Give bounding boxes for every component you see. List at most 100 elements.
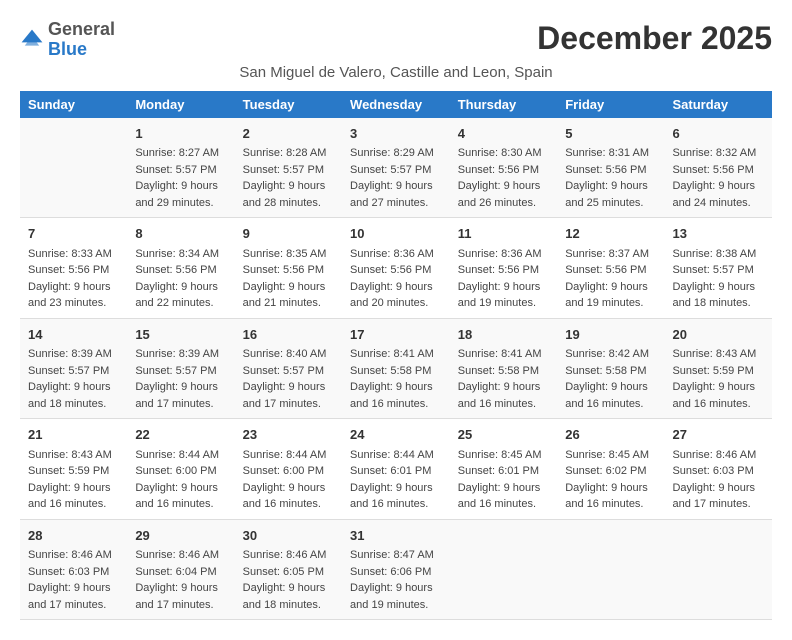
day-sunset: Sunset: 6:00 PM xyxy=(135,465,216,477)
calendar-cell: 26 Sunrise: 8:45 AM Sunset: 6:02 PM Dayl… xyxy=(557,419,664,520)
day-number: 1 xyxy=(135,124,226,144)
calendar-cell: 23 Sunrise: 8:44 AM Sunset: 6:00 PM Dayl… xyxy=(235,419,342,520)
day-daylight: Daylight: 9 hours and 28 minutes. xyxy=(243,180,326,209)
day-sunset: Sunset: 6:04 PM xyxy=(135,566,216,578)
day-sunset: Sunset: 5:56 PM xyxy=(458,264,539,276)
day-daylight: Daylight: 9 hours and 21 minutes. xyxy=(243,281,326,310)
day-sunrise: Sunrise: 8:41 AM xyxy=(350,348,434,360)
day-sunrise: Sunrise: 8:45 AM xyxy=(565,449,649,461)
day-daylight: Daylight: 9 hours and 16 minutes. xyxy=(135,482,218,511)
day-sunrise: Sunrise: 8:47 AM xyxy=(350,549,434,561)
day-daylight: Daylight: 9 hours and 16 minutes. xyxy=(243,482,326,511)
day-sunrise: Sunrise: 8:31 AM xyxy=(565,147,649,159)
day-number: 28 xyxy=(28,526,119,546)
day-number: 19 xyxy=(565,325,656,345)
day-sunset: Sunset: 5:57 PM xyxy=(350,164,431,176)
day-sunset: Sunset: 5:58 PM xyxy=(458,365,539,377)
day-sunset: Sunset: 6:06 PM xyxy=(350,566,431,578)
calendar-cell: 15 Sunrise: 8:39 AM Sunset: 5:57 PM Dayl… xyxy=(127,318,234,419)
day-sunset: Sunset: 5:56 PM xyxy=(672,164,753,176)
day-number: 14 xyxy=(28,325,119,345)
day-daylight: Daylight: 9 hours and 25 minutes. xyxy=(565,180,648,209)
logo: General Blue xyxy=(20,20,115,60)
day-number: 12 xyxy=(565,224,656,244)
col-wednesday: Wednesday xyxy=(342,91,450,118)
col-tuesday: Tuesday xyxy=(235,91,342,118)
calendar-week-row: 14 Sunrise: 8:39 AM Sunset: 5:57 PM Dayl… xyxy=(20,318,772,419)
calendar-cell: 19 Sunrise: 8:42 AM Sunset: 5:58 PM Dayl… xyxy=(557,318,664,419)
header: General Blue December 2025 xyxy=(20,20,772,60)
day-number: 15 xyxy=(135,325,226,345)
calendar-week-row: 28 Sunrise: 8:46 AM Sunset: 6:03 PM Dayl… xyxy=(20,519,772,620)
day-sunrise: Sunrise: 8:46 AM xyxy=(672,449,756,461)
day-daylight: Daylight: 9 hours and 16 minutes. xyxy=(350,381,433,410)
calendar-cell: 6 Sunrise: 8:32 AM Sunset: 5:56 PM Dayli… xyxy=(664,118,772,218)
calendar-cell: 2 Sunrise: 8:28 AM Sunset: 5:57 PM Dayli… xyxy=(235,118,342,218)
logo-text: General Blue xyxy=(48,20,115,60)
day-sunrise: Sunrise: 8:45 AM xyxy=(458,449,542,461)
day-sunset: Sunset: 5:56 PM xyxy=(350,264,431,276)
day-sunset: Sunset: 5:57 PM xyxy=(135,365,216,377)
day-daylight: Daylight: 9 hours and 16 minutes. xyxy=(458,381,541,410)
calendar-cell: 9 Sunrise: 8:35 AM Sunset: 5:56 PM Dayli… xyxy=(235,218,342,319)
day-sunrise: Sunrise: 8:35 AM xyxy=(243,248,327,260)
day-sunset: Sunset: 5:56 PM xyxy=(565,264,646,276)
calendar-week-row: 21 Sunrise: 8:43 AM Sunset: 5:59 PM Dayl… xyxy=(20,419,772,520)
calendar-cell xyxy=(664,519,772,620)
calendar-cell: 7 Sunrise: 8:33 AM Sunset: 5:56 PM Dayli… xyxy=(20,218,127,319)
day-sunrise: Sunrise: 8:32 AM xyxy=(672,147,756,159)
day-sunrise: Sunrise: 8:46 AM xyxy=(243,549,327,561)
day-number: 20 xyxy=(672,325,764,345)
calendar-cell: 16 Sunrise: 8:40 AM Sunset: 5:57 PM Dayl… xyxy=(235,318,342,419)
calendar-cell xyxy=(450,519,557,620)
calendar-week-row: 1 Sunrise: 8:27 AM Sunset: 5:57 PM Dayli… xyxy=(20,118,772,218)
calendar-cell: 14 Sunrise: 8:39 AM Sunset: 5:57 PM Dayl… xyxy=(20,318,127,419)
day-daylight: Daylight: 9 hours and 18 minutes. xyxy=(672,281,755,310)
day-sunrise: Sunrise: 8:34 AM xyxy=(135,248,219,260)
day-sunrise: Sunrise: 8:46 AM xyxy=(135,549,219,561)
calendar-cell xyxy=(20,118,127,218)
day-sunset: Sunset: 5:59 PM xyxy=(672,365,753,377)
day-sunrise: Sunrise: 8:36 AM xyxy=(350,248,434,260)
calendar-cell: 10 Sunrise: 8:36 AM Sunset: 5:56 PM Dayl… xyxy=(342,218,450,319)
calendar-cell: 8 Sunrise: 8:34 AM Sunset: 5:56 PM Dayli… xyxy=(127,218,234,319)
day-sunrise: Sunrise: 8:30 AM xyxy=(458,147,542,159)
calendar-cell: 5 Sunrise: 8:31 AM Sunset: 5:56 PM Dayli… xyxy=(557,118,664,218)
calendar-week-row: 7 Sunrise: 8:33 AM Sunset: 5:56 PM Dayli… xyxy=(20,218,772,319)
day-number: 18 xyxy=(458,325,549,345)
day-sunset: Sunset: 6:02 PM xyxy=(565,465,646,477)
day-number: 31 xyxy=(350,526,442,546)
day-sunrise: Sunrise: 8:37 AM xyxy=(565,248,649,260)
day-daylight: Daylight: 9 hours and 16 minutes. xyxy=(565,482,648,511)
day-daylight: Daylight: 9 hours and 17 minutes. xyxy=(28,582,111,611)
day-sunset: Sunset: 5:56 PM xyxy=(458,164,539,176)
day-daylight: Daylight: 9 hours and 23 minutes. xyxy=(28,281,111,310)
day-daylight: Daylight: 9 hours and 24 minutes. xyxy=(672,180,755,209)
day-sunset: Sunset: 6:00 PM xyxy=(243,465,324,477)
day-number: 24 xyxy=(350,425,442,445)
day-sunrise: Sunrise: 8:27 AM xyxy=(135,147,219,159)
title-section: December 2025 xyxy=(537,20,772,57)
subtitle: San Miguel de Valero, Castille and Leon,… xyxy=(20,64,772,81)
day-daylight: Daylight: 9 hours and 20 minutes. xyxy=(350,281,433,310)
day-number: 2 xyxy=(243,124,334,144)
day-sunset: Sunset: 5:59 PM xyxy=(28,465,109,477)
calendar-cell: 25 Sunrise: 8:45 AM Sunset: 6:01 PM Dayl… xyxy=(450,419,557,520)
day-daylight: Daylight: 9 hours and 18 minutes. xyxy=(28,381,111,410)
day-daylight: Daylight: 9 hours and 16 minutes. xyxy=(458,482,541,511)
day-sunrise: Sunrise: 8:36 AM xyxy=(458,248,542,260)
day-daylight: Daylight: 9 hours and 19 minutes. xyxy=(350,582,433,611)
day-number: 5 xyxy=(565,124,656,144)
day-sunrise: Sunrise: 8:38 AM xyxy=(672,248,756,260)
day-number: 17 xyxy=(350,325,442,345)
day-daylight: Daylight: 9 hours and 19 minutes. xyxy=(458,281,541,310)
day-sunrise: Sunrise: 8:28 AM xyxy=(243,147,327,159)
day-daylight: Daylight: 9 hours and 17 minutes. xyxy=(243,381,326,410)
calendar-cell: 12 Sunrise: 8:37 AM Sunset: 5:56 PM Dayl… xyxy=(557,218,664,319)
day-number: 16 xyxy=(243,325,334,345)
day-sunset: Sunset: 5:58 PM xyxy=(350,365,431,377)
calendar-cell: 3 Sunrise: 8:29 AM Sunset: 5:57 PM Dayli… xyxy=(342,118,450,218)
page-container: General Blue December 2025 San Miguel de… xyxy=(20,20,772,620)
day-sunset: Sunset: 6:03 PM xyxy=(672,465,753,477)
col-saturday: Saturday xyxy=(664,91,772,118)
